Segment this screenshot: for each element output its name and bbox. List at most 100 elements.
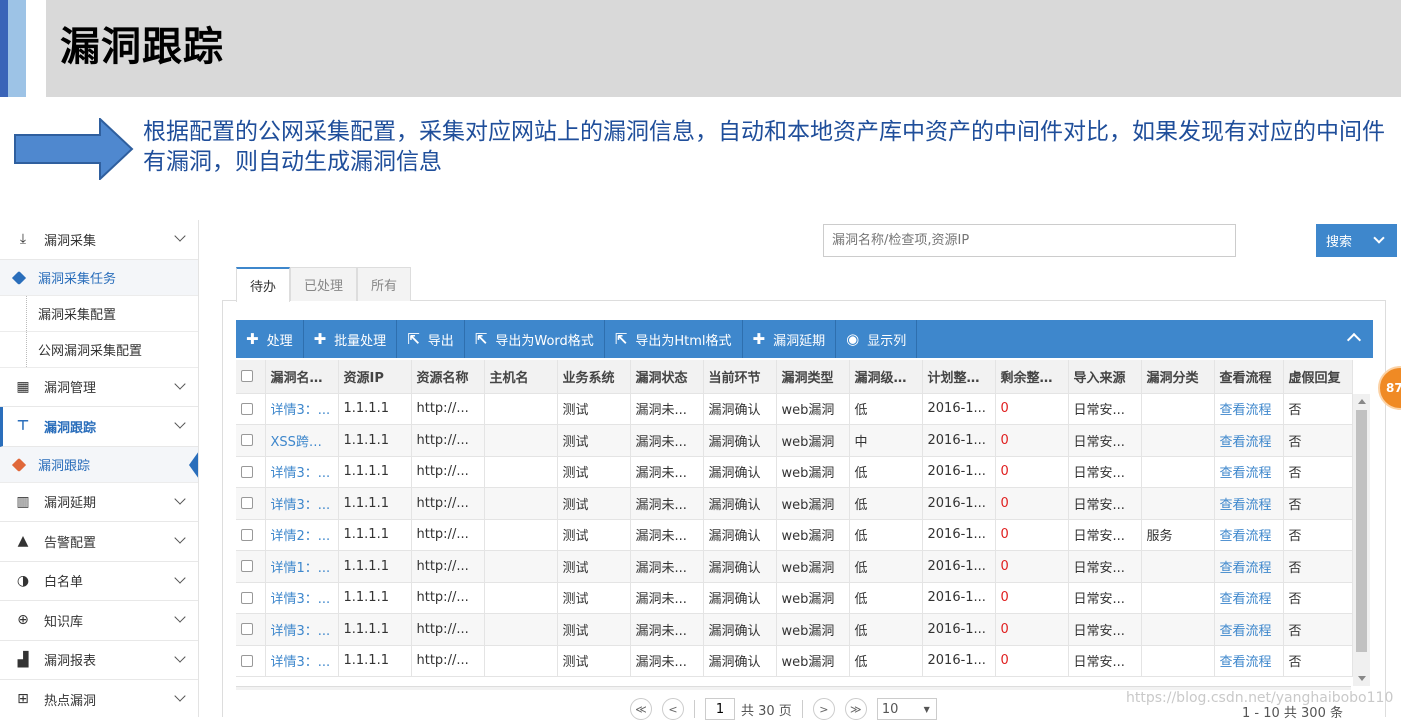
search-input[interactable] [823, 224, 1236, 257]
sidebar-subitem-public-collect-config[interactable]: 公网漏洞采集配置 [0, 331, 198, 368]
row-checkbox[interactable] [241, 465, 253, 478]
sidebar-subitem-collect-task[interactable]: 漏洞采集任务 [0, 259, 198, 296]
tab-todo[interactable]: 待办 [236, 267, 291, 302]
sidebar-item-vuln-manage[interactable]: ▦ 漏洞管理 [0, 368, 198, 407]
column-header[interactable]: 主机名 [484, 360, 558, 394]
table-row[interactable]: 详情3：... 1.1.1.1 http://... 测试 漏洞未... 漏洞确认 web漏… [236, 582, 1353, 614]
table-cell: 否 [1283, 519, 1353, 551]
column-header[interactable]: 导入来源 [1068, 360, 1142, 394]
vuln-delay-button[interactable]: ✚ 漏洞延期 [743, 320, 837, 358]
column-header[interactable]: 漏洞分类 [1141, 360, 1215, 394]
column-header[interactable]: 资源名称 [411, 360, 485, 394]
table-cell: 2016-1... [922, 645, 996, 677]
table-row[interactable]: 详情3：... 1.1.1.1 http://... 测试 漏洞未... 漏洞确认 web漏… [236, 487, 1353, 520]
row-checkbox[interactable] [241, 497, 253, 510]
table-cell [1141, 645, 1215, 677]
table-cell: 测试 [557, 424, 631, 457]
collapse-icon[interactable] [1346, 332, 1362, 348]
sidebar-item-knowledge[interactable]: ⊕ 知识库 [0, 601, 198, 641]
sidebar-item-alert-config[interactable]: ▲ 告警配置 [0, 522, 198, 562]
row-checkbox[interactable] [241, 402, 253, 415]
export-html-button[interactable]: ⇱ 导出为Html格式 [605, 320, 743, 358]
table-cell: 1.1.1.1 [338, 424, 412, 457]
view-flow-link[interactable]: 查看流程 [1214, 456, 1284, 488]
sidebar-subitem-label: 漏洞采集配置 [38, 307, 117, 323]
sidebar-subitem-vuln-track[interactable]: 漏洞跟踪 [0, 446, 198, 483]
vuln-name-link[interactable]: 详情3：... [265, 582, 339, 614]
scroll-up-icon[interactable] [1358, 399, 1366, 404]
process-button[interactable]: ✚ 处理 [236, 320, 304, 358]
table-row[interactable]: 详情3：... 1.1.1.1 http://... 测试 漏洞未... 漏洞确认 web漏… [236, 613, 1353, 646]
table-row[interactable]: 详情3：... 1.1.1.1 http://... 测试 漏洞未... 漏洞确认 web漏… [236, 393, 1353, 425]
row-checkbox[interactable] [241, 654, 253, 667]
table-cell: 低 [849, 550, 923, 583]
sidebar-item-vuln-collect[interactable]: ⤓ 漏洞采集 [0, 220, 198, 260]
remaining-days-cell: 0 [995, 645, 1069, 677]
search-button[interactable]: 搜索 [1316, 224, 1397, 257]
sidebar-item-vuln-track[interactable]: ⊤ 漏洞跟踪 [0, 407, 198, 447]
table-row[interactable]: 详情3：... 1.1.1.1 http://... 测试 漏洞未... 漏洞确认 web漏… [236, 456, 1353, 488]
view-flow-link[interactable]: 查看流程 [1214, 613, 1284, 646]
table-row[interactable]: 详情3：... 1.1.1.1 http://... 测试 漏洞未... 漏洞确认 web漏… [236, 645, 1353, 677]
tab-processed[interactable]: 已处理 [290, 267, 358, 301]
show-columns-button[interactable]: ◉ 显示列 [836, 320, 918, 358]
view-flow-link[interactable]: 查看流程 [1214, 487, 1284, 520]
table-row[interactable]: 详情2：... 1.1.1.1 http://... 测试 漏洞未... 漏洞确认 web漏… [236, 519, 1353, 551]
column-header[interactable]: 虚假回复 [1283, 360, 1353, 394]
export-icon: ⇱ [474, 330, 488, 348]
column-header[interactable]: 查看流程 [1214, 360, 1284, 394]
export-button[interactable]: ⇱ 导出 [397, 320, 465, 358]
row-checkbox[interactable] [241, 528, 253, 541]
row-checkbox[interactable] [241, 591, 253, 604]
slide-title: 漏洞跟踪 [60, 24, 224, 70]
table-row[interactable]: 详情1：... 1.1.1.1 http://... 测试 漏洞未... 漏洞确认 web漏… [236, 550, 1353, 583]
batch-process-button[interactable]: ✚ 批量处理 [304, 320, 398, 358]
sidebar-item-vuln-delay[interactable]: ▥ 漏洞延期 [0, 483, 198, 522]
table-cell: 2016-1... [922, 582, 996, 614]
column-header[interactable]: 业务系统 [557, 360, 631, 394]
row-checkbox[interactable] [241, 434, 253, 447]
view-flow-link[interactable]: 查看流程 [1214, 424, 1284, 457]
header-accent-bar [0, 0, 8, 97]
view-flow-link[interactable]: 查看流程 [1214, 582, 1284, 614]
table-cell: web漏洞 [776, 456, 850, 488]
table-cell: 2016-1... [922, 456, 996, 488]
table-cell: 漏洞未... [630, 645, 704, 677]
row-checkbox[interactable] [241, 560, 253, 573]
tab-all[interactable]: 所有 [357, 267, 412, 301]
view-flow-link[interactable]: 查看流程 [1214, 519, 1284, 551]
export-word-button[interactable]: ⇱ 导出为Word格式 [465, 320, 605, 358]
vuln-name-link[interactable]: 详情3：... [265, 645, 339, 677]
column-header[interactable]: 当前环节 [703, 360, 777, 394]
vertical-scrollbar[interactable] [1353, 394, 1370, 686]
column-header[interactable]: 漏洞类型 [776, 360, 850, 394]
view-flow-link[interactable]: 查看流程 [1214, 550, 1284, 583]
column-header[interactable]: 漏洞名称/检 [265, 360, 339, 394]
select-all-checkbox[interactable] [241, 370, 253, 383]
vuln-name-link[interactable]: 详情3：... [265, 487, 339, 520]
scroll-down-icon[interactable] [1358, 676, 1366, 681]
column-header[interactable]: 计划整改时 [922, 360, 996, 394]
sidebar-subitem-collect-config[interactable]: 漏洞采集配置 [0, 295, 198, 332]
sidebar-item-hot-vuln[interactable]: ⊞ 热点漏洞 [0, 680, 198, 717]
sidebar-item-report[interactable]: ▟ 漏洞报表 [0, 641, 198, 680]
column-header[interactable]: 漏洞状态 [630, 360, 704, 394]
vuln-name-link[interactable]: 详情3：... [265, 393, 339, 425]
table-cell: 漏洞未... [630, 487, 704, 520]
vuln-name-link[interactable]: 详情1：... [265, 550, 339, 583]
vuln-name-link[interactable]: 详情3：... [265, 613, 339, 646]
column-header[interactable]: 剩余整改天 [995, 360, 1069, 394]
view-flow-link[interactable]: 查看流程 [1214, 393, 1284, 425]
row-checkbox-cell [236, 456, 266, 488]
sidebar-item-label: 漏洞报表 [44, 654, 97, 670]
vuln-name-link[interactable]: 详情3：... [265, 456, 339, 488]
vuln-name-link[interactable]: 详情2：... [265, 519, 339, 551]
vuln-name-link[interactable]: XSS跨站... [265, 424, 339, 457]
table-row[interactable]: XSS跨站... 1.1.1.1 http://... 测试 漏洞未... 漏洞确认 web… [236, 424, 1353, 457]
column-header[interactable]: 资源IP [338, 360, 412, 394]
scroll-thumb[interactable] [1356, 410, 1367, 652]
column-header[interactable]: 漏洞级别/检 [849, 360, 923, 394]
row-checkbox[interactable] [241, 623, 253, 636]
sidebar-item-whitelist[interactable]: ◑ 白名单 [0, 562, 198, 601]
view-flow-link[interactable]: 查看流程 [1214, 645, 1284, 677]
